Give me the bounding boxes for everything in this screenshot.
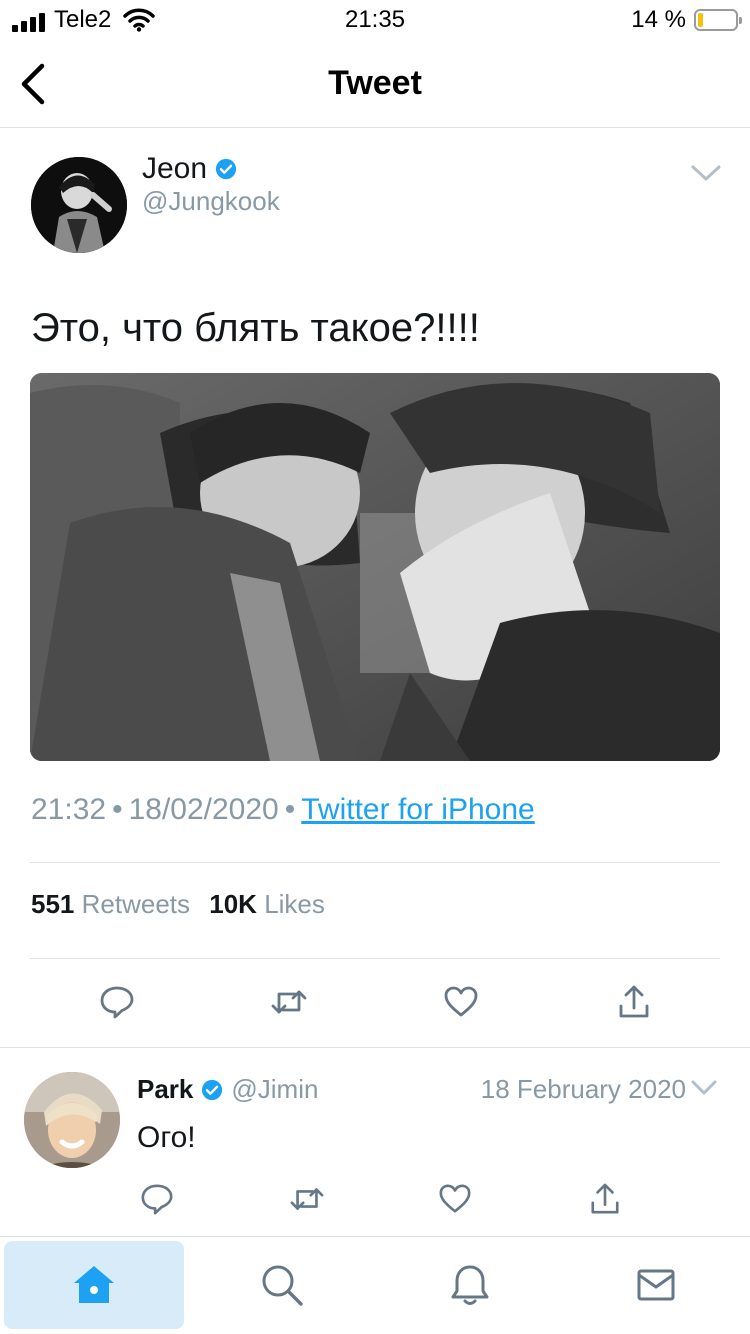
author-name-row[interactable]: Jeon bbox=[142, 152, 237, 186]
verified-badge-icon bbox=[215, 158, 237, 180]
retweet-button[interactable] bbox=[265, 978, 313, 1026]
like-button[interactable] bbox=[437, 978, 485, 1026]
chevron-down-icon[interactable] bbox=[690, 1078, 718, 1098]
page-title: Tweet bbox=[328, 64, 422, 102]
tweet-source-link[interactable]: Twitter for iPhone bbox=[301, 793, 534, 826]
search-icon bbox=[262, 1265, 303, 1306]
like-button[interactable] bbox=[431, 1175, 479, 1223]
retweet-button[interactable] bbox=[283, 1175, 331, 1223]
divider bbox=[30, 958, 720, 959]
bell-icon bbox=[451, 1265, 489, 1305]
retweet-count[interactable]: 551 bbox=[31, 889, 74, 919]
verified-badge-icon bbox=[202, 1079, 223, 1100]
tab-search[interactable] bbox=[192, 1241, 372, 1329]
mail-icon bbox=[637, 1269, 675, 1301]
battery-percent: 14 % bbox=[631, 6, 686, 33]
likes-label[interactable]: Likes bbox=[264, 889, 325, 919]
tweet-image[interactable] bbox=[30, 373, 720, 761]
status-bar: Tele2 21:35 14 % bbox=[0, 0, 750, 40]
divider bbox=[0, 1047, 750, 1048]
heart-icon bbox=[444, 986, 478, 1017]
meta-separator: • bbox=[112, 793, 123, 826]
reply-text: Ого! bbox=[137, 1121, 196, 1154]
author-handle[interactable]: @Jungkook bbox=[142, 186, 280, 217]
share-button[interactable] bbox=[610, 978, 658, 1026]
retweets-label[interactable]: Retweets bbox=[82, 889, 190, 919]
share-button[interactable] bbox=[581, 1175, 629, 1223]
reply-header[interactable]: Park @Jimin bbox=[137, 1074, 318, 1105]
reply-author-name[interactable]: Park bbox=[137, 1074, 193, 1105]
tweet-text: Это, что блять такое?!!!! bbox=[31, 306, 480, 350]
reply-icon bbox=[141, 1184, 173, 1215]
chevron-down-icon[interactable] bbox=[690, 162, 722, 184]
retweet-icon bbox=[290, 1188, 324, 1210]
battery-icon bbox=[694, 9, 742, 31]
tweet-date: 18/02/2020 bbox=[128, 793, 279, 826]
tab-messages[interactable] bbox=[566, 1241, 746, 1329]
reply-button[interactable] bbox=[133, 1175, 181, 1223]
reply-button[interactable] bbox=[93, 978, 141, 1026]
tab-bar bbox=[0, 1236, 750, 1334]
author-name[interactable]: Jeon bbox=[142, 152, 207, 186]
author-avatar[interactable] bbox=[31, 157, 127, 253]
navigation-bar: Tweet bbox=[0, 40, 750, 128]
tweet-stats: 551 Retweets 10K Likes bbox=[31, 889, 325, 920]
reply-date: 18 February 2020 bbox=[480, 1074, 686, 1104]
tweet-meta: 21:32 • 18/02/2020 • Twitter for iPhone bbox=[31, 793, 535, 827]
tab-home[interactable] bbox=[4, 1241, 184, 1329]
like-count[interactable]: 10K bbox=[209, 889, 257, 919]
reply-icon bbox=[100, 986, 134, 1019]
reply-author-handle[interactable]: @Jimin bbox=[231, 1074, 318, 1105]
tab-notifications[interactable] bbox=[380, 1241, 560, 1329]
heart-icon bbox=[439, 1184, 471, 1213]
meta-separator: • bbox=[284, 793, 296, 826]
share-icon bbox=[591, 1183, 619, 1214]
home-icon bbox=[74, 1266, 114, 1303]
share-icon bbox=[619, 985, 649, 1018]
retweet-icon bbox=[271, 990, 307, 1014]
reply-author-avatar[interactable] bbox=[24, 1072, 120, 1168]
tweet-time: 21:32 bbox=[31, 793, 107, 826]
divider bbox=[30, 862, 720, 863]
